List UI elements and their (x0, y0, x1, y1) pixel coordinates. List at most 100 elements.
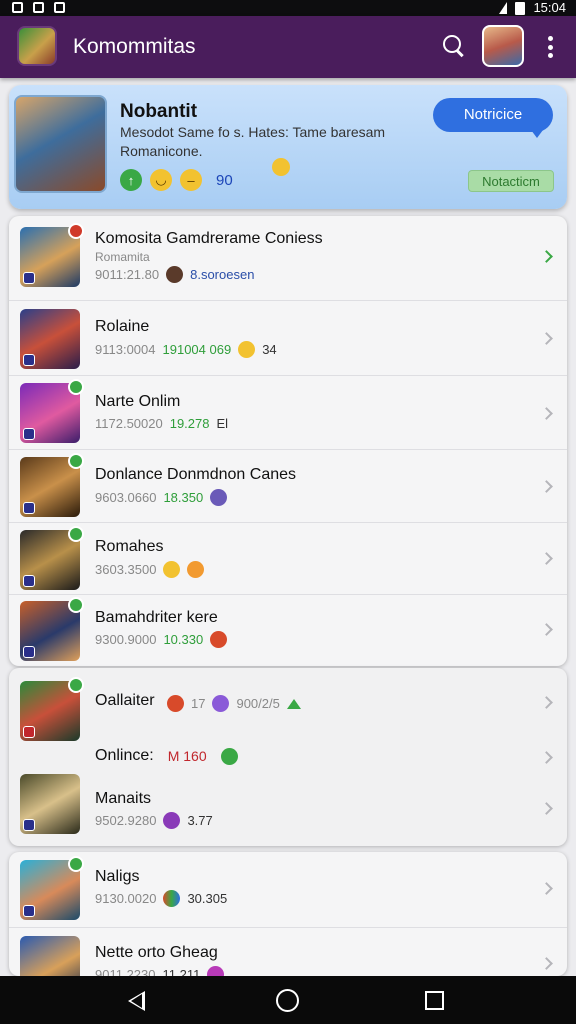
chevron-right-icon[interactable] (540, 696, 553, 709)
list-item-count: 17 (191, 696, 206, 711)
community-thumbnail (20, 453, 84, 517)
neutral-face-icon: – (180, 169, 202, 191)
profile-stat-value: 90 (216, 171, 233, 189)
fire-icon (210, 631, 228, 648)
community-thumbnail (20, 597, 84, 661)
community-thumbnail (20, 223, 84, 287)
community-thumbnail (20, 936, 80, 976)
rainbow-icon (163, 890, 181, 907)
notification-icon (33, 2, 44, 13)
profile-avatar (14, 95, 107, 193)
up-triangle-icon (286, 698, 301, 709)
list-item-title: Onlince: (95, 747, 154, 764)
list-item-value: 18.350 (163, 490, 204, 505)
community-thumbnail (20, 309, 80, 369)
online-list: Oallaiter 17 900/2/5 Onlince: M 160 Mana… (9, 668, 567, 846)
app-logo (17, 26, 57, 66)
list-item-title: Oallaiter (95, 692, 155, 709)
sparkle-icon (212, 695, 230, 712)
list-item-value: 19.278 (169, 416, 210, 431)
notification-icons (12, 0, 65, 13)
list-item-time: 9130.0020 (95, 891, 157, 906)
list-item-value: M 160 (167, 748, 207, 764)
list-item[interactable]: Narte Onlim 1172.50020 19.278 El (9, 376, 567, 450)
list-item-count: El (216, 416, 229, 431)
list-item[interactable]: Onlince: M 160 (9, 744, 567, 770)
star-icon (220, 747, 238, 765)
back-icon[interactable] (128, 991, 145, 1011)
community-list: Komosita Gamdrerame Coniess Romamita 901… (9, 216, 567, 666)
emoji-icon (238, 341, 256, 358)
list-item[interactable]: Manaits 9502.9280 3.77 (9, 768, 567, 846)
community-thumbnail (20, 856, 84, 920)
list-item-title: Naligs (95, 868, 140, 885)
chevron-right-icon[interactable] (540, 623, 553, 636)
gem-icon (207, 966, 225, 976)
chevron-right-icon[interactable] (540, 882, 553, 895)
chevron-right-icon[interactable] (540, 802, 553, 815)
list-item-time: 9113:0004 (95, 342, 156, 357)
list-item-value: 10.330 (163, 632, 204, 647)
list-item-time: 9502.9280 (95, 813, 157, 828)
chevron-right-icon[interactable] (540, 480, 553, 493)
search-icon[interactable] (443, 35, 465, 57)
game-icon (210, 489, 228, 506)
list-item-title: Donlance Donmdnon Canes (95, 466, 297, 483)
list-item-time: 3603.3500 (95, 562, 157, 577)
list-item-time: 9011.2230 (95, 967, 156, 976)
list-item-count: 11.211 (162, 967, 201, 976)
list-item-time: 9603.0660 (95, 490, 157, 505)
status-badge: Notacticm (468, 170, 554, 192)
list-item-count: 30.305 (187, 891, 228, 906)
list-item[interactable]: Rolaine 9113:0004 191004 069 34 (9, 301, 567, 376)
list-item-value: 191004 069 (162, 342, 232, 357)
community-thumbnail (20, 677, 84, 741)
recent-apps-icon[interactable] (425, 991, 444, 1010)
user-avatar[interactable] (482, 25, 524, 67)
clock: 15:04 (533, 0, 566, 15)
chevron-right-icon[interactable] (540, 552, 553, 565)
list-item-count: 3.77 (187, 813, 213, 828)
list-item-title: Romahes (95, 538, 164, 555)
status-bar: 15:04 (0, 0, 576, 16)
list-item[interactable]: Komosita Gamdrerame Coniess Romamita 901… (9, 216, 567, 301)
list-item[interactable]: Romahes 3603.3500 (9, 523, 567, 595)
list-item-extra: 8.soroesen (190, 267, 255, 282)
profile-name: Nobantit (120, 101, 198, 122)
overflow-menu-icon[interactable] (544, 36, 556, 58)
chevron-right-icon[interactable] (540, 957, 553, 970)
emoji-icon (163, 561, 181, 578)
chevron-right-icon[interactable] (540, 751, 553, 764)
list-item-title: Manaits (95, 790, 152, 807)
list-item[interactable]: Nette orto Gheag 9011.2230 11.211 (9, 928, 567, 976)
list-item-subtitle: Romamita (95, 250, 150, 264)
community-thumbnail (20, 526, 84, 590)
notification-icon (54, 2, 65, 13)
emoji-icon (187, 561, 205, 578)
notification-icon (12, 2, 23, 13)
profile-status: Mesodot Same fo s. Hates: Tame baresam R… (120, 124, 386, 159)
list-item-count: 34 (262, 342, 277, 357)
home-icon[interactable] (276, 989, 299, 1012)
notifications-button[interactable]: Notricice (433, 98, 553, 138)
list-item-time: 1172.50020 (95, 416, 163, 431)
list-item-title: Nette orto Gheag (95, 944, 218, 961)
game-icon (166, 266, 184, 283)
up-arrow-icon: ↑ (120, 169, 142, 191)
chevron-right-icon[interactable] (540, 332, 553, 345)
list-item[interactable]: Donlance Donmdnon Canes 9603.0660 18.350 (9, 450, 567, 523)
more-list: Naligs 9130.0020 30.305 Nette orto Gheag… (9, 852, 567, 976)
app-title: Komommitas (73, 35, 196, 58)
chevron-right-icon[interactable] (540, 407, 553, 420)
list-item[interactable]: Bamahdriter kere 9300.9000 10.330 (9, 595, 567, 666)
list-item-title: Komosita Gamdrerame Coniess (95, 230, 323, 247)
community-thumbnail (20, 774, 80, 834)
signal-icon (499, 2, 508, 14)
list-item[interactable]: Naligs 9130.0020 30.305 (9, 852, 567, 928)
chevron-right-icon[interactable] (540, 250, 553, 263)
list-item-title: Rolaine (95, 318, 150, 335)
list-item-title: Bamahdriter kere (95, 609, 218, 626)
profile-card[interactable]: Nobantit Mesodot Same fo s. Hates: Tame … (9, 85, 567, 209)
gem-icon (163, 812, 181, 829)
emoji-icon (272, 158, 290, 176)
